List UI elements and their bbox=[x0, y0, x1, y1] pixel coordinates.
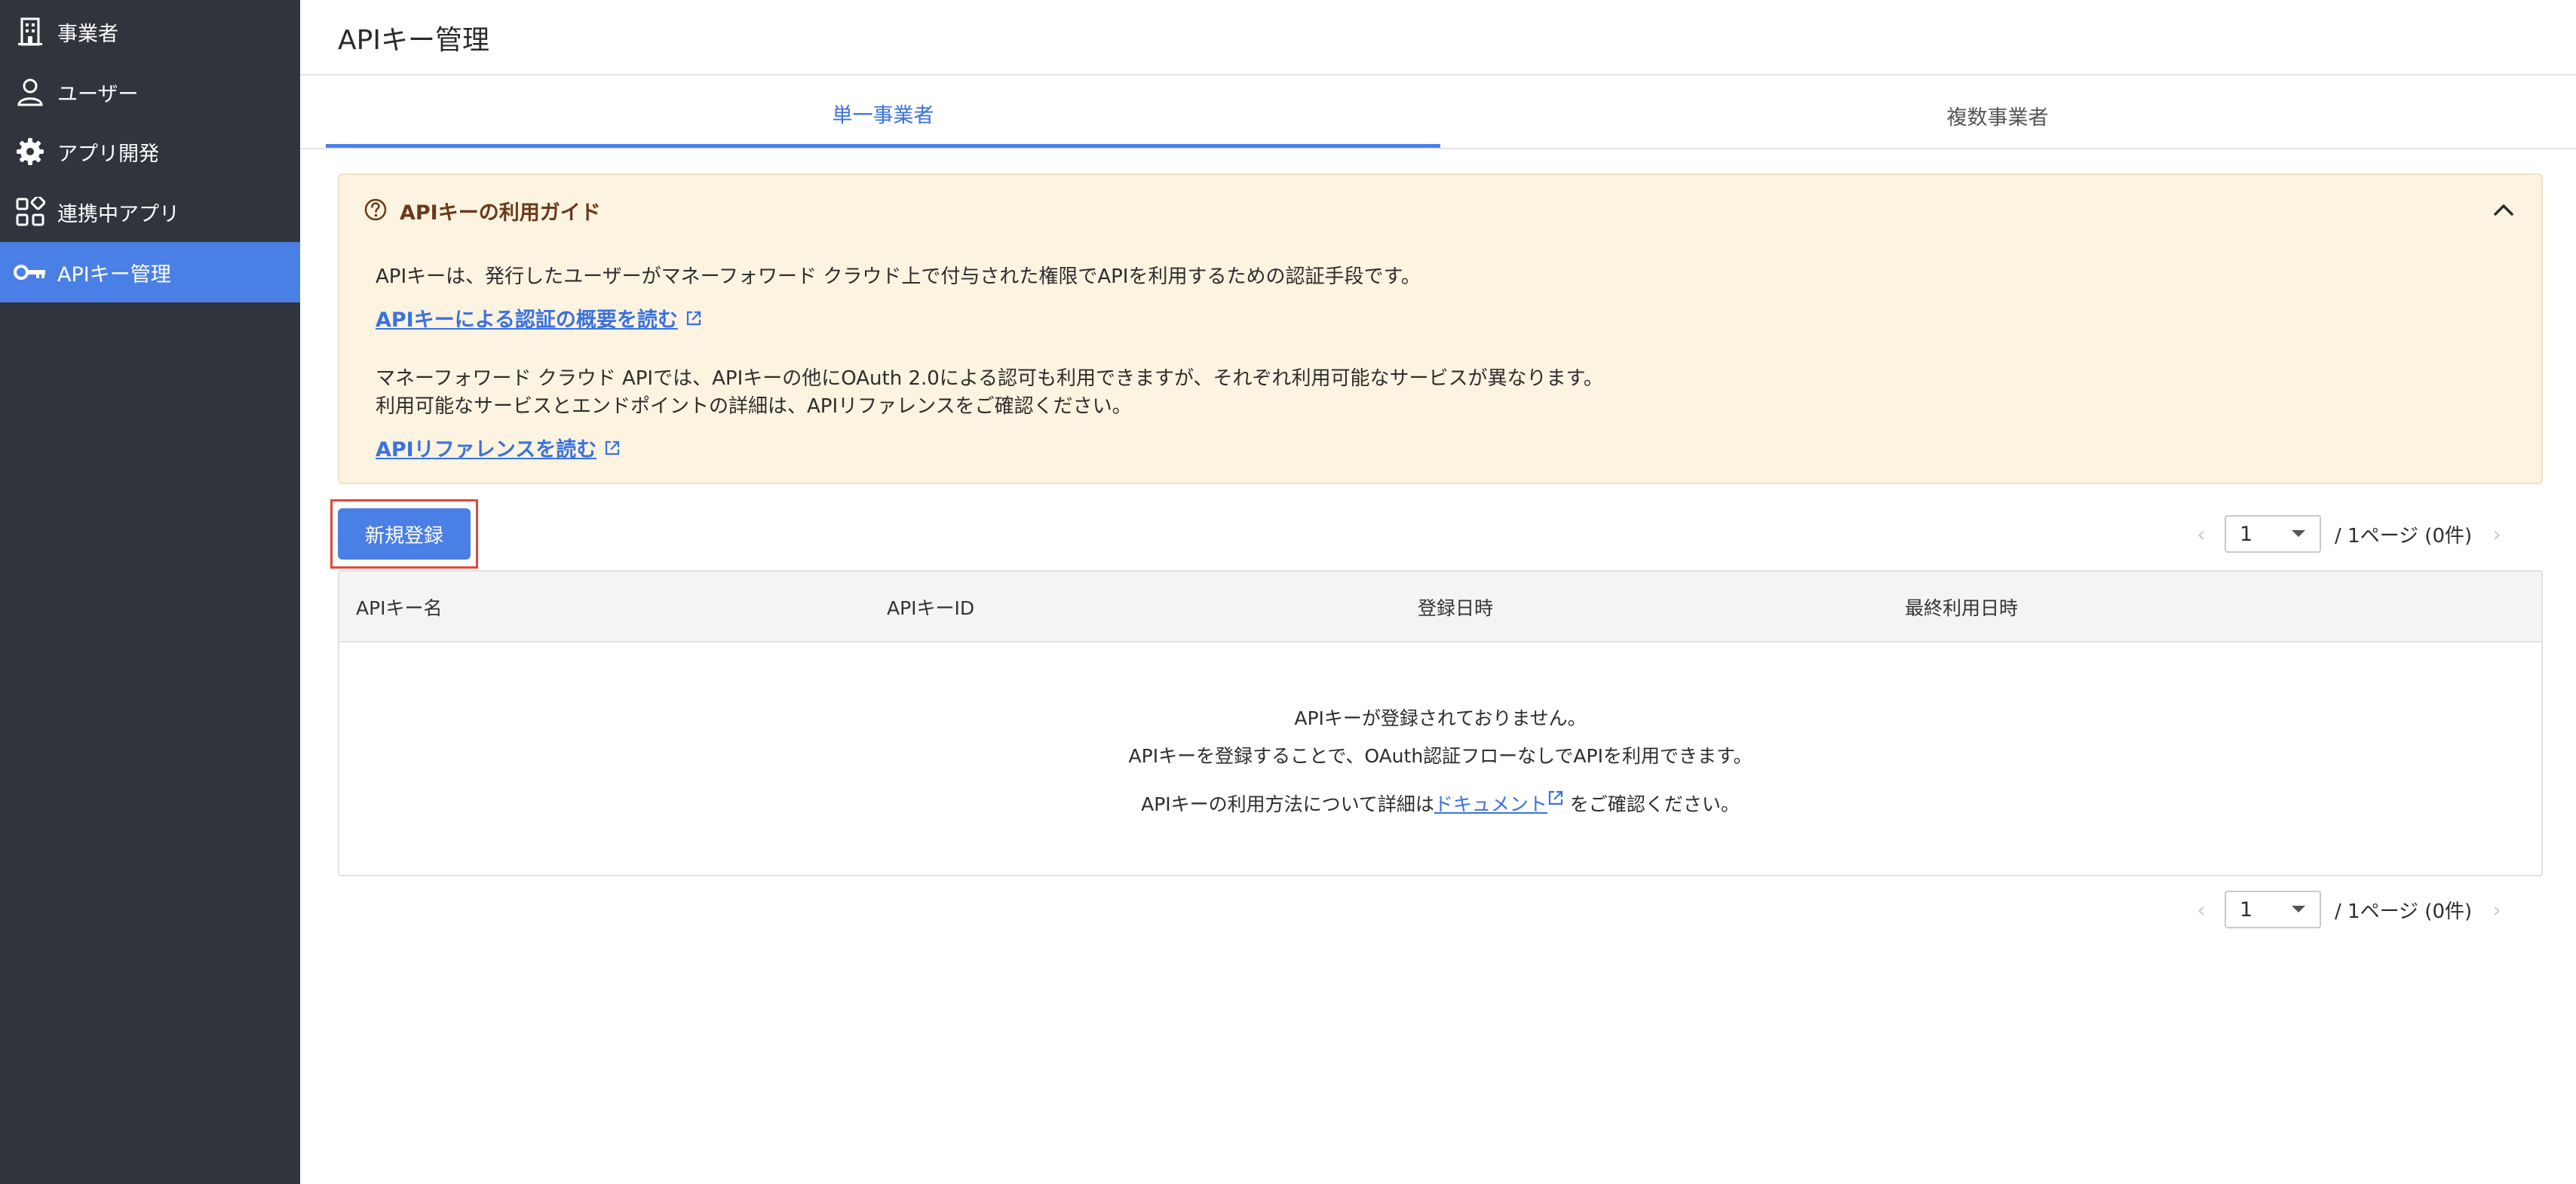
external-link-icon bbox=[606, 440, 620, 455]
column-header-last-used-at: 最終利用日時 bbox=[1905, 597, 2019, 619]
page-select[interactable]: 1 bbox=[2225, 891, 2321, 928]
api-reference-link[interactable]: APIリファレンスを読む bbox=[376, 433, 621, 462]
sidebar-item-business[interactable]: 事業者 bbox=[0, 2, 300, 62]
user-icon bbox=[14, 75, 47, 109]
page-info: / 1ページ (0件) bbox=[2335, 524, 2473, 548]
auth-overview-link[interactable]: APIキーによる認証の概要を読む bbox=[376, 303, 702, 333]
pagination-top: ‹ 1 / 1ページ (0件) › bbox=[2190, 515, 2508, 553]
guide-text-line: 利用可能なサービスとエンドポイントの詳細は、APIリファレンスをご確認ください。 bbox=[376, 395, 1132, 418]
main-content: APIキー管理 単一事業者 複数事業者 APIキーの利用ガイド APIキーは、発… bbox=[300, 0, 2576, 1184]
sidebar: 事業者 ユーザー アプリ開発 連携中アプリ APIキー管理 bbox=[0, 0, 300, 1184]
chevron-left-icon[interactable]: ‹ bbox=[2190, 519, 2213, 549]
link-label: APIリファレンスを読む bbox=[376, 438, 597, 462]
api-key-table: APIキー名 APIキーID 登録日時 最終利用日時 APIキーが登録されており… bbox=[338, 570, 2543, 876]
pagination-bottom: ‹ 1 / 1ページ (0件) › bbox=[2190, 891, 2508, 928]
guide-text-line: APIキーは、発行したユーザーがマネーフォワード クラウド上で付与された権限でA… bbox=[376, 265, 1421, 288]
tab-multiple-businesses[interactable]: 複数事業者 bbox=[1440, 83, 2555, 148]
tab-label: 複数事業者 bbox=[1946, 106, 2049, 130]
collapse-chevron-up-icon[interactable] bbox=[2489, 195, 2519, 225]
apps-grid-icon bbox=[14, 195, 47, 229]
page-select-value: 1 bbox=[2240, 522, 2253, 546]
page-select[interactable]: 1 bbox=[2225, 515, 2321, 553]
sidebar-item-users[interactable]: ユーザー bbox=[0, 62, 300, 122]
key-icon bbox=[14, 256, 47, 289]
divider bbox=[300, 148, 2576, 149]
sidebar-item-label: ユーザー bbox=[57, 82, 139, 106]
column-header-registered-at: 登録日時 bbox=[1418, 597, 1494, 619]
guide-header: APIキーの利用ガイド bbox=[363, 196, 601, 225]
page-select-value: 1 bbox=[2240, 897, 2253, 922]
tab-bar: 単一事業者 複数事業者 bbox=[326, 83, 2555, 148]
empty-state-text: をご確認ください。 bbox=[1563, 793, 1740, 815]
api-key-guide-panel: APIキーの利用ガイド APIキーは、発行したユーザーがマネーフォワード クラウ… bbox=[338, 173, 2543, 484]
tab-label: 単一事業者 bbox=[832, 104, 934, 127]
sidebar-item-label: アプリ開発 bbox=[57, 142, 159, 166]
guide-text-line: マネーフォワード クラウド APIでは、APIキーの他にOAuth 2.0による… bbox=[376, 367, 1603, 390]
sidebar-item-app-dev[interactable]: アプリ開発 bbox=[0, 121, 300, 182]
chevron-right-icon[interactable]: › bbox=[2486, 519, 2508, 549]
sidebar-item-api-keys[interactable]: APIキー管理 bbox=[0, 242, 300, 302]
guide-title: APIキーの利用ガイド bbox=[400, 201, 601, 225]
sidebar-item-connected-apps[interactable]: 連携中アプリ bbox=[0, 182, 300, 242]
external-link-icon bbox=[686, 311, 701, 325]
empty-state-docs-line: APIキーの利用方法について詳細はドキュメント をご確認ください。 bbox=[339, 790, 2541, 817]
building-icon bbox=[14, 15, 47, 48]
empty-state-text: APIキーの利用方法について詳細は bbox=[1141, 793, 1434, 815]
page-title: APIキー管理 bbox=[338, 25, 489, 56]
external-link-icon bbox=[1548, 790, 1563, 805]
new-registration-button[interactable]: 新規登録 bbox=[338, 508, 471, 560]
page-info: / 1ページ (0件) bbox=[2335, 900, 2473, 923]
chevron-left-icon[interactable]: ‹ bbox=[2190, 894, 2213, 925]
divider bbox=[300, 74, 2576, 75]
sidebar-item-label: 連携中アプリ bbox=[57, 202, 179, 226]
documentation-link[interactable]: ドキュメント bbox=[1434, 790, 1564, 815]
sidebar-item-label: APIキー管理 bbox=[57, 262, 171, 287]
tab-single-business[interactable]: 単一事業者 bbox=[326, 83, 1440, 148]
link-label: ドキュメント bbox=[1434, 793, 1547, 815]
question-circle-icon bbox=[363, 198, 388, 225]
column-header-api-key-name: APIキー名 bbox=[356, 597, 443, 619]
empty-state-message: APIキーを登録することで、OAuth認証フローなしでAPIを利用できます。 bbox=[1128, 745, 1753, 767]
sidebar-item-label: 事業者 bbox=[57, 22, 118, 46]
caret-down-icon bbox=[2292, 906, 2305, 913]
table-header: APIキー名 APIキーID 登録日時 最終利用日時 bbox=[339, 572, 2541, 643]
caret-down-icon bbox=[2292, 530, 2305, 537]
empty-state-message: APIキーが登録されておりません。 bbox=[1294, 707, 1587, 729]
column-header-api-key-id: APIキーID bbox=[887, 597, 975, 619]
link-label: APIキーによる認証の概要を読む bbox=[376, 308, 678, 332]
chevron-right-icon[interactable]: › bbox=[2486, 894, 2508, 925]
gear-icon bbox=[14, 135, 47, 168]
